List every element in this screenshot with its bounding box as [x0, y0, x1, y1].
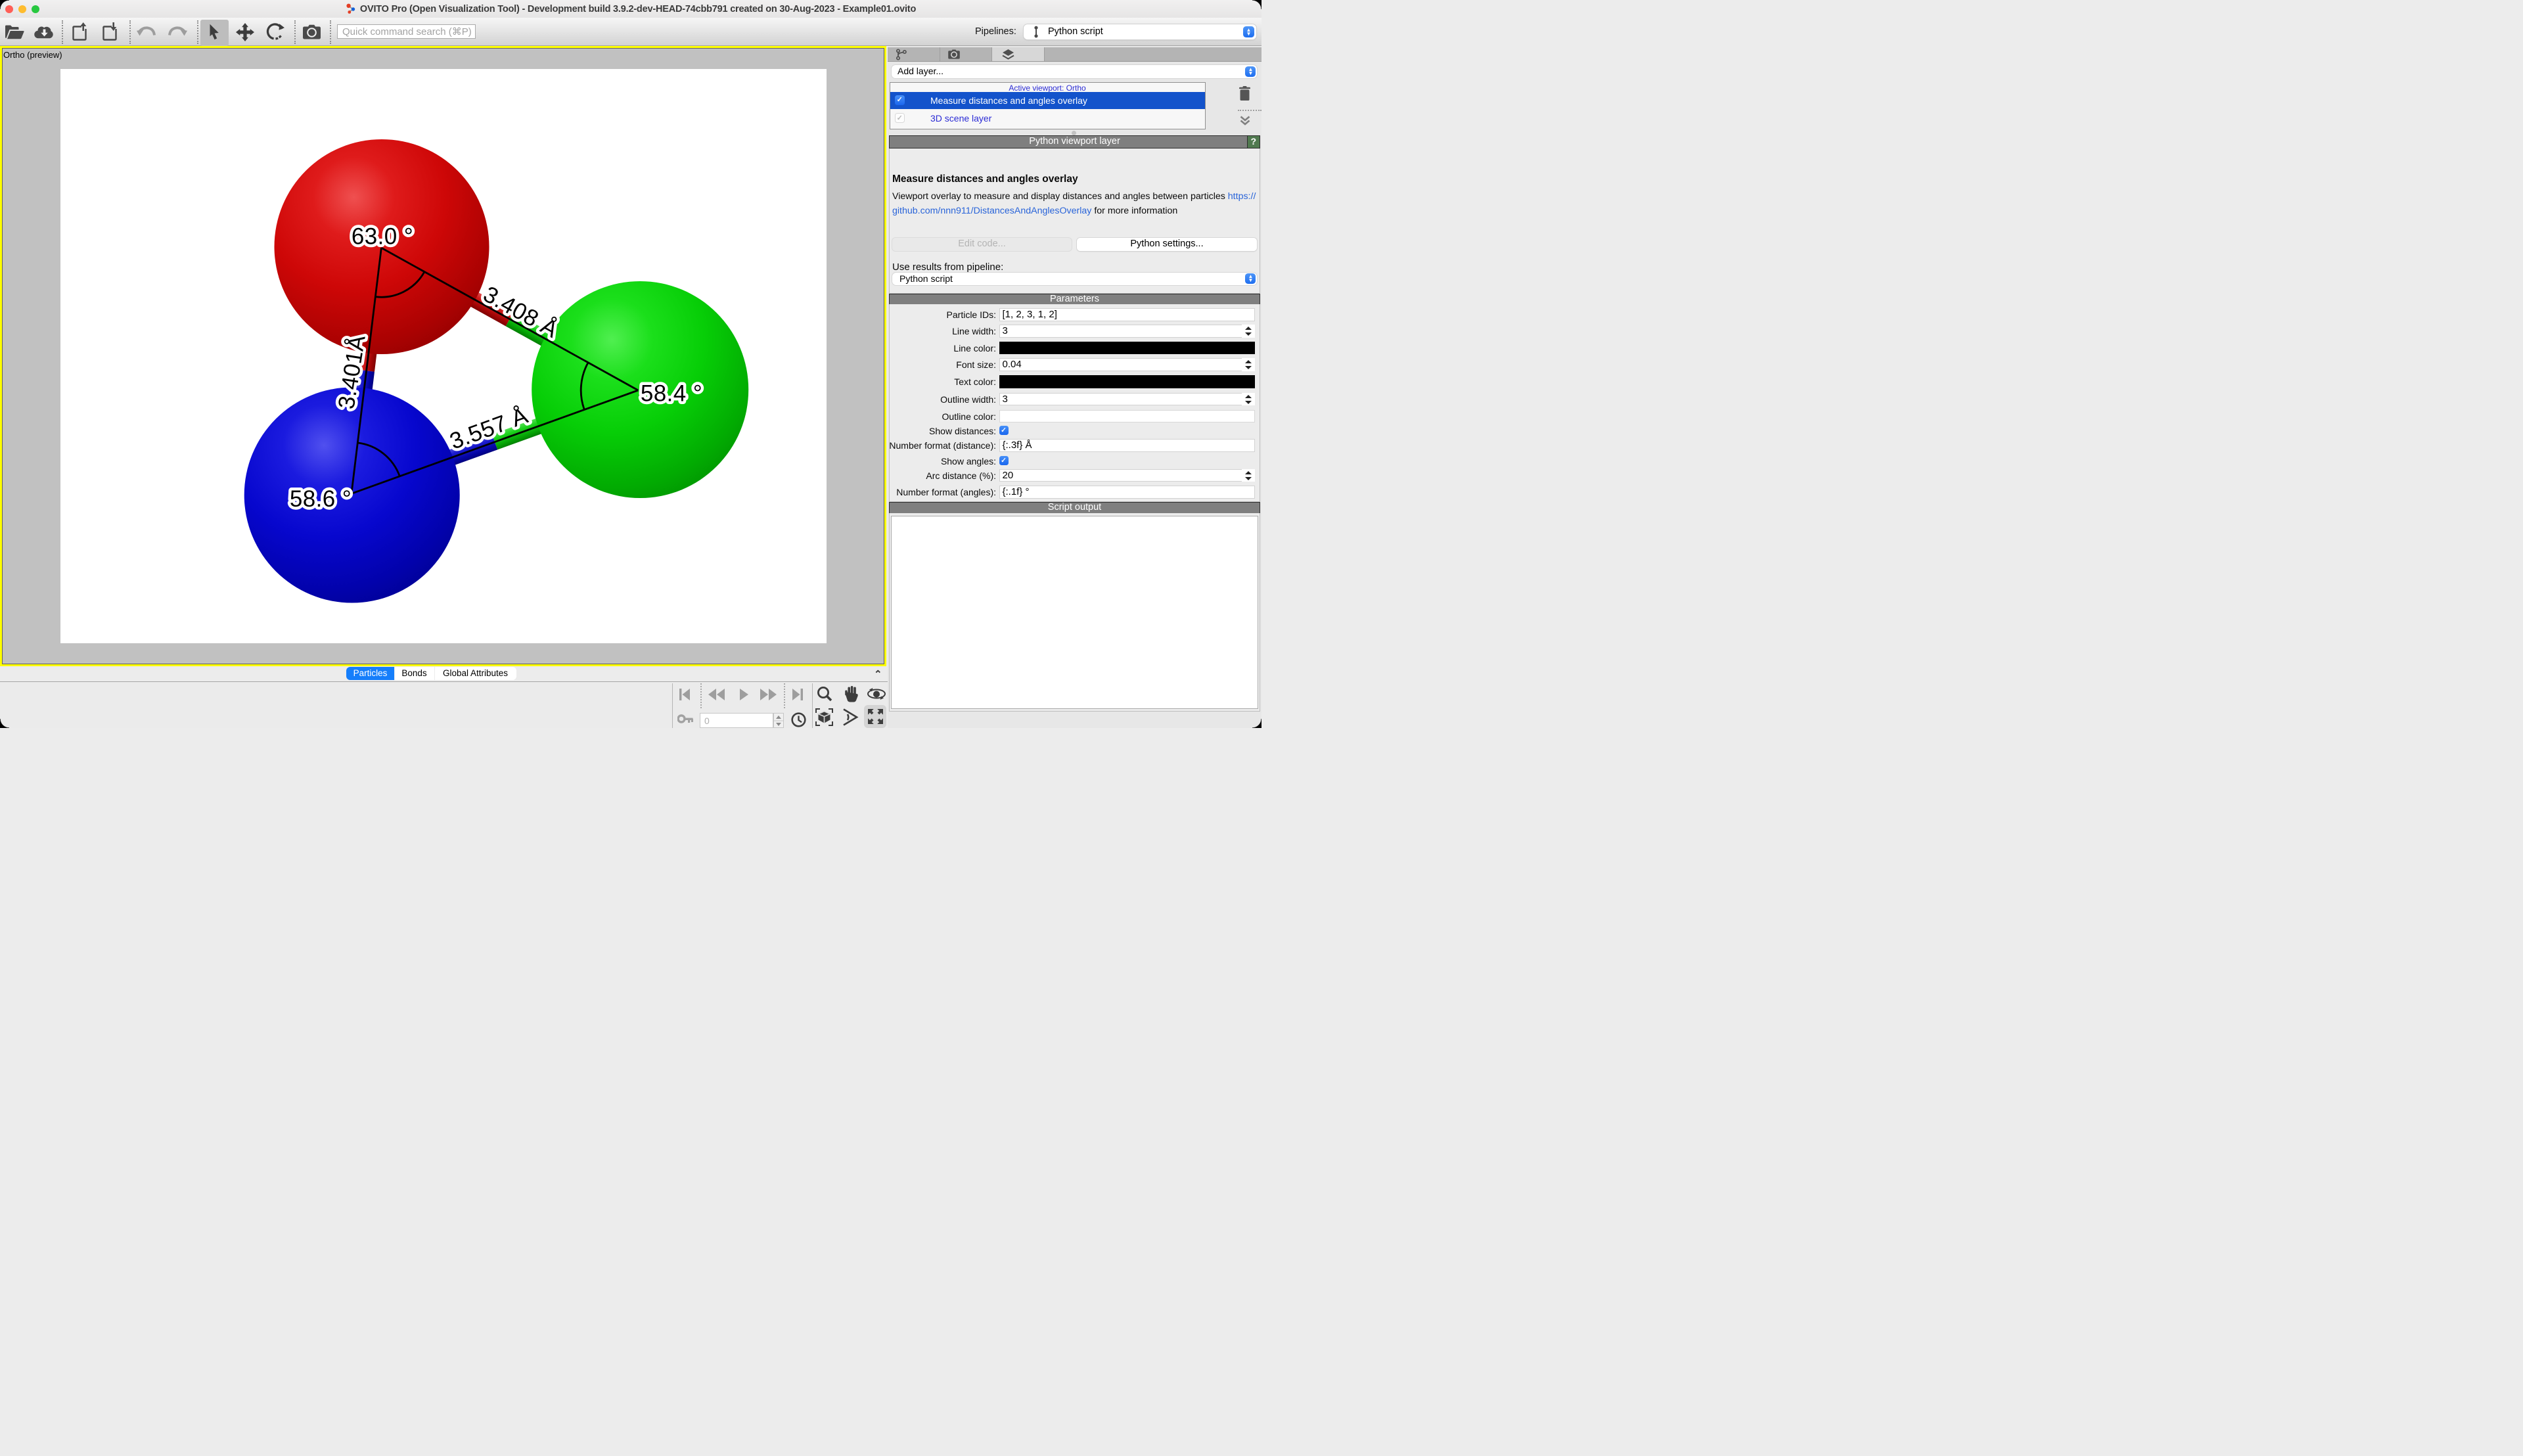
- svg-text:63.0 °: 63.0 °: [352, 224, 413, 250]
- svg-text:58.6 °: 58.6 °: [290, 486, 352, 512]
- svg-text:58.4 °: 58.4 °: [641, 381, 702, 407]
